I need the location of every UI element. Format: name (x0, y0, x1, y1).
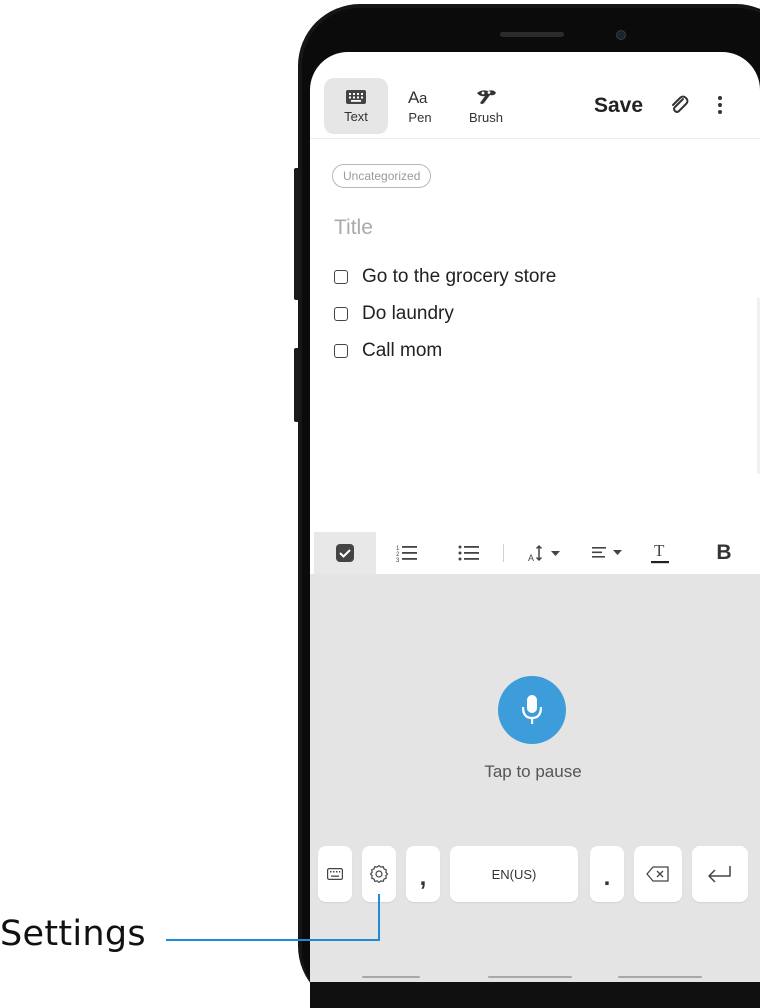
checklist-item-text[interactable]: Call mom (362, 340, 442, 362)
title-input[interactable]: Title (334, 216, 373, 240)
keyboard-icon (346, 89, 366, 104)
gear-icon (369, 864, 389, 884)
font-size-icon[interactable]: A (514, 532, 576, 574)
text-mode-label: Text (344, 108, 368, 124)
save-button[interactable]: Save (594, 94, 643, 118)
period-key[interactable]: . (590, 846, 624, 902)
more-vertical-icon[interactable] (714, 94, 726, 121)
phone-screen: Text A a Pen Brush Save Uncategorized Ti… (310, 52, 760, 992)
checkbox[interactable] (334, 269, 348, 284)
text-mode-button[interactable]: Text (324, 78, 388, 134)
category-chip[interactable]: Uncategorized (332, 164, 432, 188)
checkbox[interactable] (334, 343, 348, 358)
bold-label: B (716, 541, 732, 564)
callout-line (166, 939, 380, 941)
callout-line-vertical (378, 894, 380, 941)
toolbar-separator (503, 544, 504, 562)
paperclip-icon[interactable] (668, 94, 690, 121)
svg-text:3: 3 (396, 558, 400, 562)
checkbox[interactable] (334, 306, 348, 321)
checklist-item[interactable]: Go to the grocery store (334, 258, 556, 295)
language-key[interactable]: EN(US) (450, 846, 578, 902)
checklist-item-text[interactable]: Do laundry (362, 303, 454, 325)
backspace-key[interactable] (634, 846, 682, 902)
microphone-icon (521, 695, 543, 724)
brush-icon (477, 89, 496, 104)
comma-key[interactable]: , (406, 846, 440, 902)
front-camera (616, 30, 626, 40)
bixby-button (294, 348, 299, 422)
backspace-icon (646, 866, 669, 882)
nav-back-button[interactable] (618, 976, 702, 978)
svg-text:T: T (654, 541, 665, 560)
formatting-toolbar: 1 2 3 A T B (310, 532, 760, 574)
nav-recents-button[interactable] (362, 976, 420, 978)
volume-button (294, 168, 299, 300)
numbered-list-icon[interactable]: 1 2 3 (376, 532, 438, 574)
brush-mode-label: Brush (469, 109, 503, 125)
checklist: Go to the grocery store Do laundry Call … (334, 258, 556, 369)
svg-text:a: a (419, 90, 428, 106)
enter-key[interactable] (692, 846, 748, 902)
checklist-item-text[interactable]: Go to the grocery store (362, 266, 556, 288)
align-icon[interactable] (578, 532, 640, 574)
checkbox-icon[interactable] (314, 532, 376, 574)
microphone-button[interactable] (498, 676, 566, 744)
brush-mode-button[interactable]: Brush (454, 78, 518, 134)
pen-mode-label: Pen (408, 109, 432, 125)
enter-icon (708, 866, 731, 883)
checklist-item[interactable]: Call mom (334, 332, 556, 369)
checklist-item[interactable]: Do laundry (334, 295, 556, 332)
settings-callout-label: Settings (0, 914, 146, 954)
pen-mode-button[interactable]: A a Pen (388, 78, 452, 134)
keyboard-toggle-key[interactable] (318, 846, 352, 902)
voice-status-text: Tap to pause (484, 762, 582, 781)
bold-icon[interactable]: B (694, 532, 754, 574)
nav-home-button[interactable] (488, 976, 572, 978)
toolbar-divider (310, 138, 760, 139)
keyboard-icon (327, 868, 343, 880)
bullet-list-icon[interactable] (438, 532, 500, 574)
text-color-icon[interactable]: T (632, 532, 688, 574)
earpiece-speaker (500, 32, 564, 37)
pen-icon: A a (408, 88, 428, 106)
phone-bottom-bezel (310, 982, 760, 1008)
svg-text:A: A (528, 553, 534, 563)
